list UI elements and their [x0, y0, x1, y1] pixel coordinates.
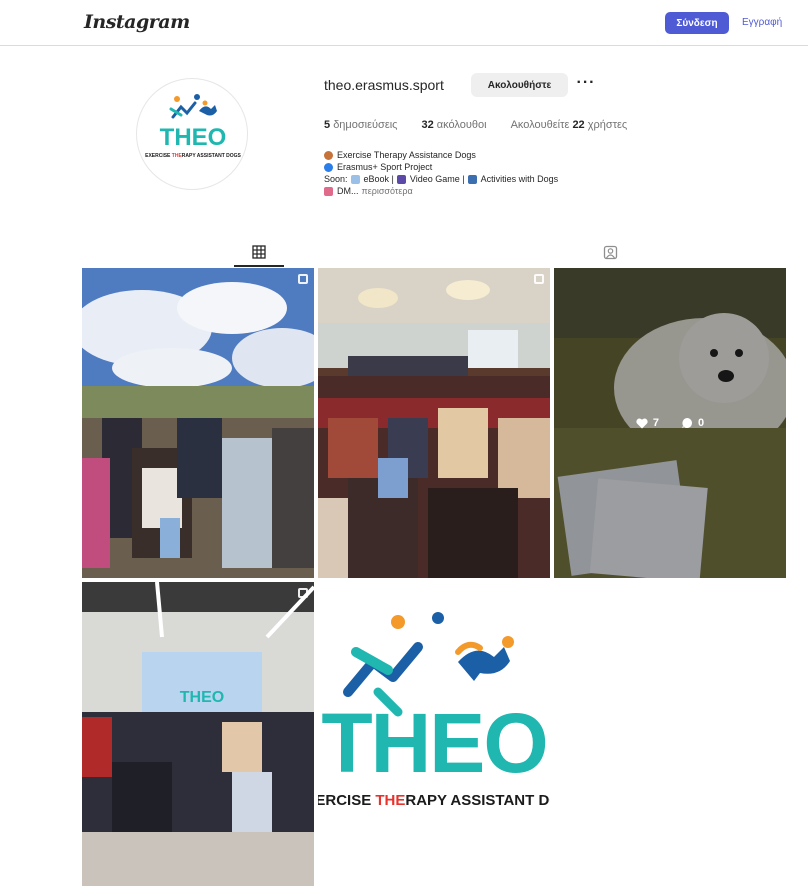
theo-logo-avatar: THEO EXERCISE THERAPY ASSISTANT DOGS	[145, 94, 242, 159]
dog-face-icon	[324, 150, 333, 160]
dog-shape	[199, 105, 217, 116]
dot-blue	[194, 94, 200, 100]
dot-orange	[174, 96, 180, 102]
profile-bio: Exercise Therapy Assistance Dogs Erasmus…	[324, 149, 558, 197]
post-3[interactable]: 7 0	[554, 268, 786, 578]
runner-shape	[171, 101, 197, 119]
theo-logo-word: THEO	[321, 696, 546, 790]
login-button[interactable]: Σύνδεση	[665, 12, 729, 34]
dog-ball	[202, 100, 208, 106]
more-options-button[interactable]: ···	[576, 72, 596, 94]
post-5[interactable]: THEO EXERCISE THERAPY ASSISTANT DOG	[318, 582, 550, 886]
theo-logo-tagline: EXERCISE THERAPY ASSISTANT DOG	[318, 792, 550, 809]
bio-line-4: DM... περισσότερα	[324, 185, 558, 197]
tagged-portrait-icon	[603, 245, 617, 259]
posts-count-stat: 5 δημοσιεύσεις	[324, 119, 398, 131]
globe-icon	[324, 162, 333, 172]
post-2-image	[318, 268, 550, 578]
profile-stats: 5 δημοσιεύσεις 32 ακόλουθοι Ακολουθείτε …	[324, 119, 651, 131]
dog-paw-icon	[467, 174, 477, 184]
post-1[interactable]	[82, 268, 314, 578]
bio-line-2: Erasmus+ Sport Project	[324, 161, 558, 173]
post-2[interactable]	[318, 268, 550, 578]
avatar-logo-word: THEO	[160, 124, 227, 151]
multi-post-icon	[298, 274, 308, 284]
followers-stat[interactable]: 32 ακόλουθοι	[421, 119, 486, 131]
profile-avatar[interactable]: THEO EXERCISE THERAPY ASSISTANT DOGS	[136, 78, 248, 190]
avatar-logo-tagline: EXERCISE THERAPY ASSISTANT DOGS	[145, 153, 241, 159]
top-bar: Instagram Σύνδεση Εγγραφή	[0, 0, 808, 46]
likes-count: 7	[636, 417, 659, 429]
tab-posts[interactable]	[234, 239, 284, 265]
profile-tabs	[82, 239, 786, 267]
post-4[interactable]: THEO	[82, 582, 314, 886]
follow-button[interactable]: Ακολουθήστε	[471, 73, 568, 97]
comment-icon	[682, 418, 692, 428]
bio-line-1: Exercise Therapy Assistance Dogs	[324, 149, 558, 161]
following-stat[interactable]: Ακολουθείτε 22 χρήστες	[511, 119, 628, 131]
inbox-icon	[324, 186, 333, 196]
active-tab-indicator	[234, 265, 284, 267]
signup-link[interactable]: Εγγραφή	[742, 17, 782, 28]
heart-icon	[636, 418, 648, 428]
post-3-hover-overlay: 7 0	[554, 268, 786, 578]
book-icon	[350, 174, 360, 184]
tab-tagged[interactable]	[585, 239, 635, 265]
post-5-image: THEO EXERCISE THERAPY ASSISTANT DOG	[318, 582, 550, 886]
comments-count: 0	[681, 417, 704, 429]
projector-logo-text: THEO	[180, 689, 224, 706]
grid-icon	[252, 245, 266, 259]
bio-more-link[interactable]: περισσότερα	[362, 185, 413, 197]
game-controller-icon	[396, 174, 406, 184]
post-4-image: THEO	[82, 582, 314, 886]
profile-username: theo.erasmus.sport	[324, 77, 444, 93]
multi-post-icon	[298, 588, 308, 598]
post-1-image	[82, 268, 314, 578]
instagram-logo[interactable]: Instagram	[84, 11, 190, 33]
bio-line-3: Soon: eBook | Video Game | Activities wi…	[324, 174, 559, 184]
multi-post-icon	[534, 274, 544, 284]
